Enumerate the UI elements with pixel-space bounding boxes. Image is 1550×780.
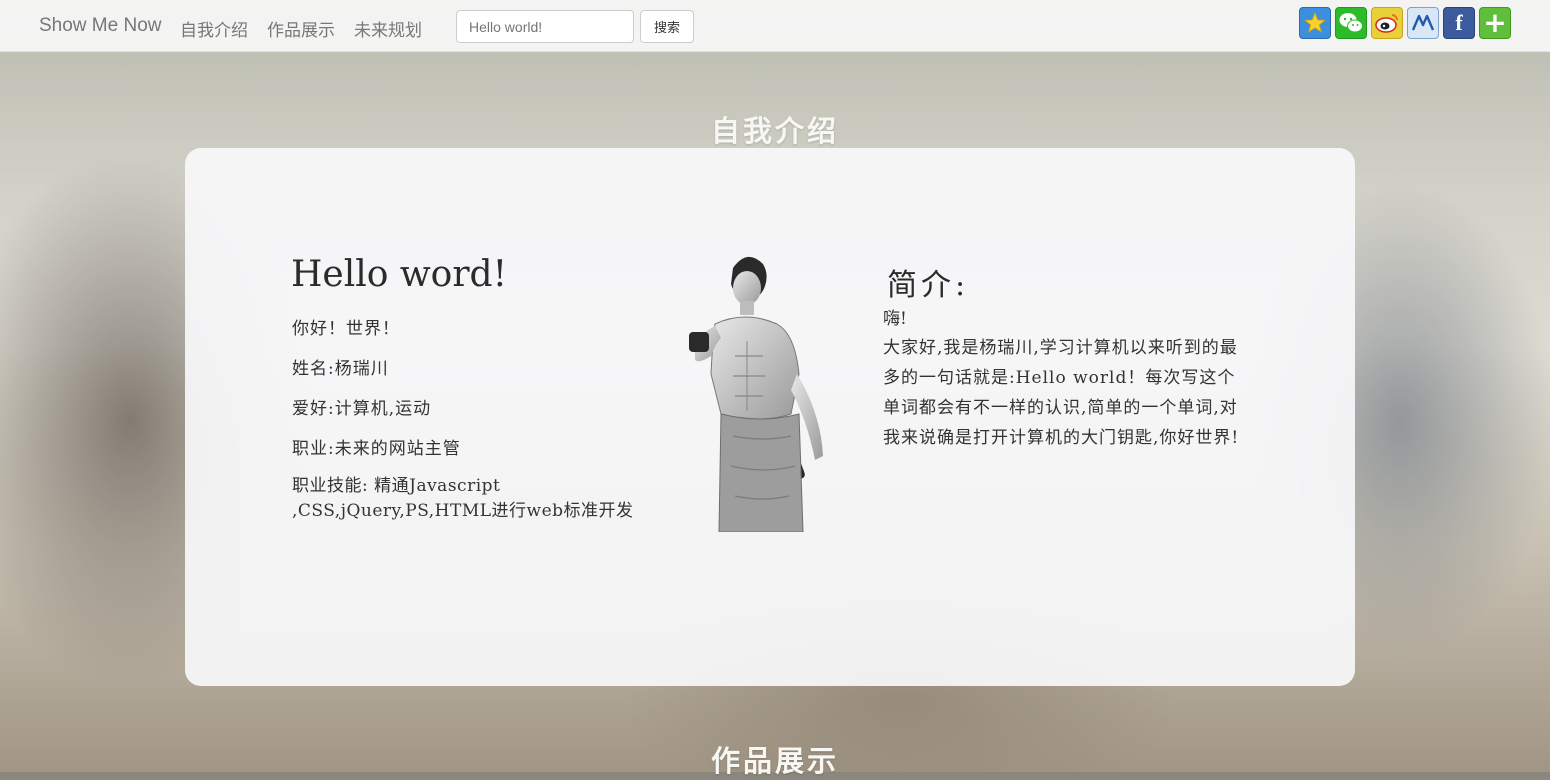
wechat-icon[interactable] <box>1335 7 1367 39</box>
brand-link[interactable]: Show Me Now <box>39 15 162 37</box>
renren-icon[interactable] <box>1407 7 1439 39</box>
bio-title: 简介: <box>887 268 970 303</box>
profile-skills: 职业技能: 精通Javascript ,CSS,jQuery,PS,HTML进行… <box>292 476 634 521</box>
more-share-icon[interactable]: + <box>1479 7 1511 39</box>
search-button[interactable]: 搜索 <box>640 10 694 43</box>
profile-heading: Hello word! <box>291 254 508 295</box>
search-input[interactable] <box>456 10 634 43</box>
section-title-works: 作品展示 <box>710 744 839 778</box>
qzone-icon[interactable] <box>1299 7 1331 39</box>
weibo-icon[interactable] <box>1371 7 1403 39</box>
section-title-about: 自我介绍 <box>710 114 839 148</box>
bio-greeting: 嗨! <box>883 309 907 329</box>
bio-body: 大家好,我是杨瑞川,学习计算机以来听到的最多的一句话就是:Hello world… <box>883 338 1240 448</box>
profile-line-career: 职业:未来的网站主管 <box>292 439 461 459</box>
profile-line-hobby: 爱好:计算机,运动 <box>292 399 432 419</box>
nav-link-works[interactable]: 作品展示 <box>267 16 335 41</box>
navbar: Show Me Now 自我介绍 作品展示 未来规划 搜索 f + <box>0 0 1550 52</box>
profile-line-name: 姓名:杨瑞川 <box>292 359 389 379</box>
nav-link-plans[interactable]: 未来规划 <box>354 16 422 41</box>
nav-link-about[interactable]: 自我介绍 <box>180 16 248 41</box>
profile-portrait-image <box>685 246 835 533</box>
profile-line-greeting: 你好！世界！ <box>292 319 400 339</box>
facebook-icon[interactable]: f <box>1443 7 1475 39</box>
profile-card: Hello word! 你好！世界！ 姓名:杨瑞川 爱好:计算机,运动 职业:未… <box>185 148 1355 686</box>
